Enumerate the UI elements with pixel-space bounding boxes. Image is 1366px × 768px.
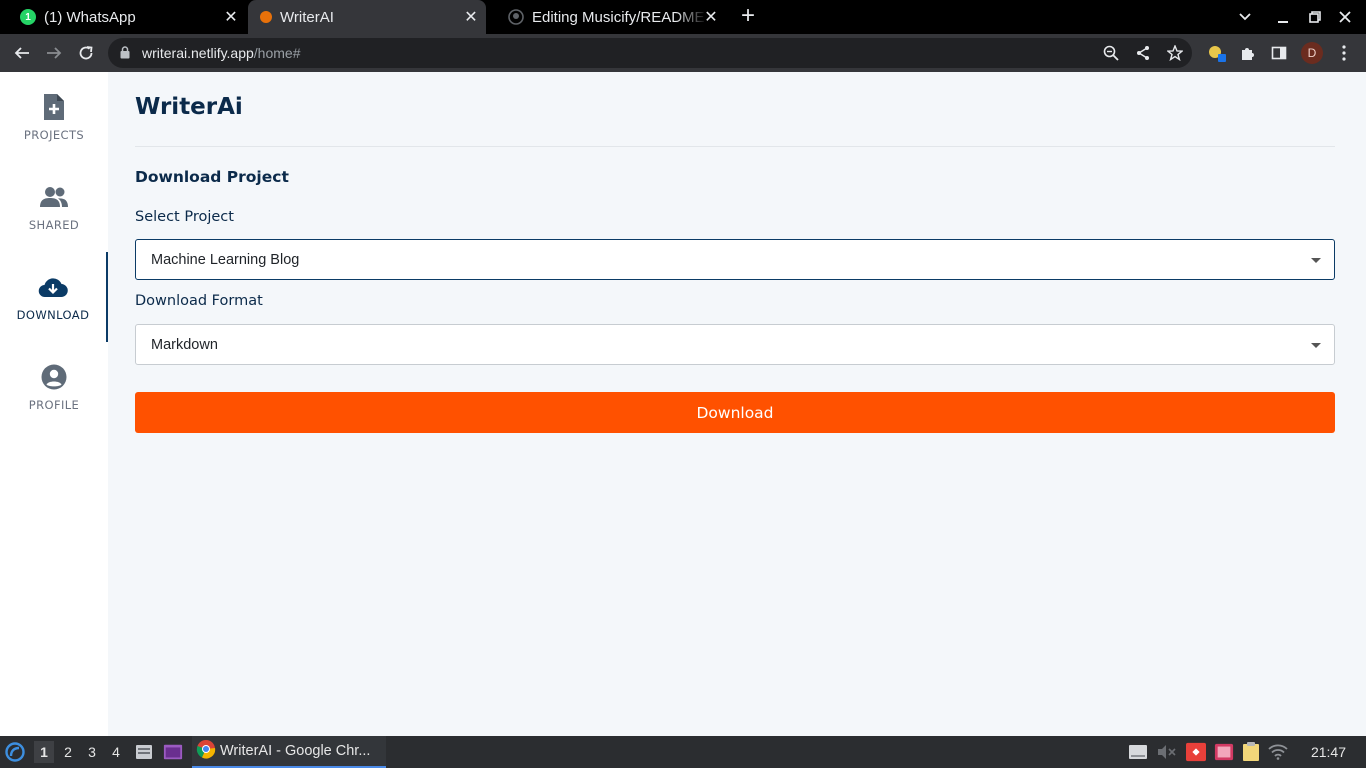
download-format-label: Download Format [135,293,263,309]
taskbar-item-label: WriterAI - Google Chr... [220,743,371,759]
file-manager-icon[interactable] [134,742,154,762]
tab-writerai[interactable]: WriterAI ✕ [248,0,486,34]
caret-down-icon [1311,343,1321,348]
start-menu-icon[interactable] [5,742,25,762]
drive-icon[interactable] [1128,742,1148,762]
reload-icon[interactable] [74,41,98,65]
select-project-dropdown[interactable]: Machine Learning Blog [135,239,1335,280]
forward-icon[interactable] [42,41,66,65]
select-project-label: Select Project [135,209,234,225]
volume-muted-icon[interactable] [1156,742,1176,762]
anydesk-icon[interactable] [1186,742,1206,762]
section-heading: Download Project [135,168,289,186]
side-panel-icon[interactable] [1267,41,1291,65]
close-tab-icon[interactable]: ✕ [462,8,480,26]
workspace-2[interactable]: 2 [58,741,78,763]
download-format-value: Markdown [151,337,218,353]
address-bar[interactable]: writerai.netlify.app/home# [108,38,1192,68]
tab-title: (1) WhatsApp [44,8,136,26]
os-taskbar: 1 2 3 4 WriterAI - Google Chr... 21:47 [0,736,1366,768]
workspace-1[interactable]: 1 [34,741,54,763]
close-tab-icon[interactable]: ✕ [702,8,720,26]
browser-tab-bar: 1 (1) WhatsApp ✕ WriterAI ✕ Editing Musi… [0,0,1366,34]
workspace-3[interactable]: 3 [82,741,102,763]
whatsapp-icon: 1 [20,9,36,25]
profile-initial: D [1301,42,1323,64]
close-tab-icon[interactable]: ✕ [222,8,240,26]
page-title: WriterAi [135,94,243,120]
user-circle-icon [39,362,69,392]
taskbar-item-chrome[interactable]: WriterAI - Google Chr... [192,736,386,768]
zoom-icon[interactable] [1101,43,1121,63]
url-text[interactable]: writerai.netlify.app/home# [142,45,301,61]
caret-down-icon [1311,258,1321,263]
restore-icon[interactable] [1305,7,1325,27]
lock-icon[interactable] [120,46,130,64]
close-window-icon[interactable] [1335,7,1355,27]
sidebar-item-label: SHARED [28,218,80,232]
title-divider [135,146,1335,147]
sidebar-item-label: PROFILE [28,398,80,412]
menu-kebab-icon[interactable] [1332,41,1356,65]
app-viewport: PROJECTS SHARED DOWNLOAD PROFILE WriterA… [0,72,1366,736]
sidebar-item-projects[interactable]: PROJECTS [0,72,108,162]
share-icon[interactable] [1133,43,1153,63]
minimize-icon[interactable] [1273,7,1293,27]
select-project-value: Machine Learning Blog [151,252,300,268]
github-icon [508,9,524,25]
back-icon[interactable] [10,41,34,65]
extensions-puzzle-icon[interactable] [1236,41,1260,65]
sidebar-item-label: PROJECTS [23,128,85,142]
notes-icon[interactable] [1241,742,1261,762]
chrome-icon [196,739,216,764]
sidebar-item-profile[interactable]: PROFILE [0,342,108,432]
sidebar-item-download[interactable]: DOWNLOAD [0,252,108,342]
clock: 21:47 [1310,744,1346,760]
screenshot-tool-icon[interactable] [1214,742,1234,762]
tab-github-readme[interactable]: Editing Musicify/README ✕ [488,0,726,34]
sidebar-item-label: DOWNLOAD [16,308,90,322]
tab-whatsapp[interactable]: 1 (1) WhatsApp ✕ [0,0,246,34]
new-tab-button[interactable]: + [736,4,760,29]
download-format-dropdown[interactable]: Markdown [135,324,1335,365]
tab-title: Editing Musicify/README [532,8,705,26]
sidebar: PROJECTS SHARED DOWNLOAD PROFILE [0,72,108,736]
download-button[interactable]: Download [135,392,1335,433]
file-plus-icon [39,92,69,122]
workspace-4[interactable]: 4 [106,741,126,763]
writerai-icon [260,11,272,23]
wifi-icon[interactable] [1268,742,1288,762]
bookmark-star-icon[interactable] [1165,43,1185,63]
extension-icon[interactable] [1205,41,1229,65]
terminal-icon[interactable] [163,742,183,762]
tab-search-chevron-icon[interactable] [1235,7,1255,27]
browser-toolbar: writerai.netlify.app/home# D [0,34,1366,72]
cloud-download-icon [38,272,68,302]
profile-avatar[interactable]: D [1300,41,1324,65]
sidebar-item-shared[interactable]: SHARED [0,162,108,252]
tab-title: WriterAI [280,8,334,26]
users-icon [39,182,69,212]
